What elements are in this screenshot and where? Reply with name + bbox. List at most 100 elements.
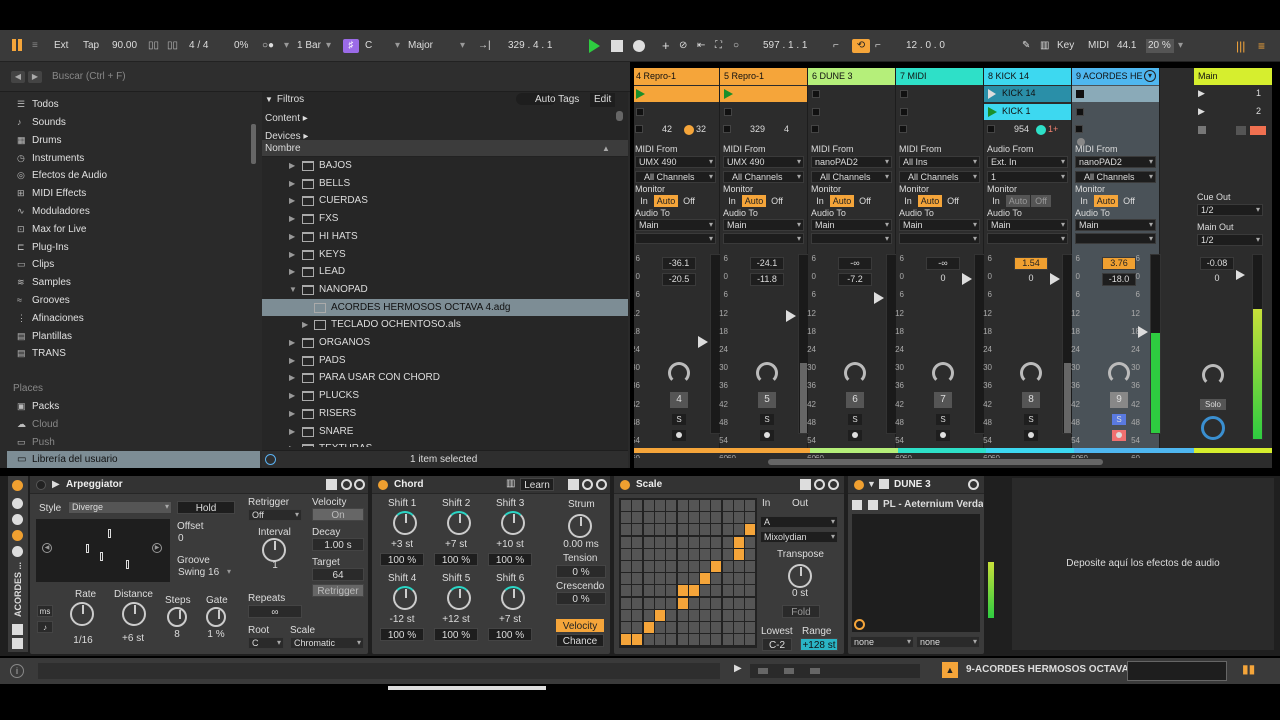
arp-root-select[interactable]: C	[248, 637, 284, 649]
sidebar-item-packs[interactable]: ▣ Packs	[17, 398, 59, 415]
scale-range-value[interactable]: +128 st	[800, 638, 838, 651]
solo-button[interactable]: S	[936, 414, 950, 425]
arp-prev-icon[interactable]: ◀	[42, 543, 52, 553]
clip-slot[interactable]: KICK 14	[984, 86, 1071, 102]
sidebar-item-max-for-live[interactable]: ⊡ Max for Live	[17, 221, 86, 238]
sidebar-item-push[interactable]: ▭ Push	[17, 434, 55, 451]
chord-map-icon[interactable]	[568, 479, 579, 490]
scale-cell[interactable]	[621, 597, 631, 609]
fader-handle[interactable]	[874, 292, 884, 304]
arp-next-icon[interactable]: ▶	[152, 543, 162, 553]
monitor-off-button[interactable]: Off	[679, 195, 699, 207]
scale-cell[interactable]	[688, 548, 699, 560]
arp-distance-knob[interactable]	[122, 602, 146, 626]
scale-cell[interactable]	[643, 634, 654, 646]
scale-cell[interactable]	[621, 573, 631, 585]
pan-knob[interactable]	[844, 362, 866, 384]
folder-row[interactable]: ▶ BELLS	[262, 175, 628, 192]
scale-cell[interactable]	[722, 609, 733, 621]
folder-row[interactable]: ▶ KEYS	[262, 246, 628, 263]
track-stop-icon[interactable]	[987, 125, 995, 133]
track-header[interactable]: 4 Repro-1	[634, 68, 719, 85]
scale-cell[interactable]	[677, 512, 688, 524]
solo-button[interactable]: S	[672, 414, 686, 425]
sidebar-scrollbar[interactable]	[251, 124, 256, 164]
scale-cell[interactable]	[621, 622, 631, 633]
route-source-select[interactable]: Ext. In	[987, 156, 1068, 168]
sidebar-item-grooves[interactable]: ≈ Grooves	[17, 292, 70, 309]
scale-cell[interactable]	[643, 512, 654, 524]
arp-scale-select[interactable]: Chromatic	[290, 637, 364, 649]
scale-cell[interactable]	[711, 634, 722, 646]
chord-hotswap-icon[interactable]	[582, 479, 593, 490]
scale-cell[interactable]	[654, 573, 665, 585]
sub-route-select[interactable]	[1075, 233, 1156, 244]
clip-slot[interactable]	[1072, 86, 1159, 102]
scale-mode-icon[interactable]: ♯	[343, 39, 359, 53]
arrangement-view-icon[interactable]: ≡	[1258, 30, 1265, 62]
arm-button[interactable]	[1024, 430, 1038, 441]
monitor-auto-button[interactable]: Auto	[1094, 195, 1118, 207]
route-channel-select[interactable]: 1	[987, 171, 1068, 183]
scale-cell[interactable]	[632, 512, 643, 524]
scale-cell[interactable]	[666, 573, 677, 585]
chord-strum-knob[interactable]	[568, 514, 592, 538]
tempo-field[interactable]: 90.00	[112, 30, 137, 62]
route-channel-select[interactable]: All Channels	[635, 171, 716, 183]
track-volume[interactable]: -24.1	[750, 257, 784, 270]
scale-cell[interactable]	[654, 512, 665, 524]
track-stop-icon[interactable]	[635, 125, 643, 133]
stop-icon[interactable]	[611, 40, 623, 52]
track-value-b[interactable]: 1+	[1048, 124, 1058, 134]
file-row[interactable]: ACORDES HERMOSOS OCTAVA 4.adg	[262, 298, 628, 316]
arp-map-icon[interactable]	[326, 479, 337, 490]
sidebar-item-clips[interactable]: ▭ Clips	[17, 256, 54, 273]
scale-cell[interactable]	[621, 536, 631, 548]
scale-cell[interactable]	[643, 609, 654, 621]
scale-cell[interactable]	[643, 573, 654, 585]
scale-cell[interactable]	[677, 573, 688, 585]
metronome-dropdown-icon[interactable]: ▾	[284, 30, 289, 62]
scale-cell[interactable]	[745, 573, 756, 585]
track-value-a[interactable]: 42	[662, 124, 672, 134]
track-value-a[interactable]: 954	[1014, 124, 1029, 134]
scale-cell[interactable]	[700, 500, 711, 511]
scale-cell[interactable]	[654, 597, 665, 609]
scale-cell[interactable]	[734, 512, 744, 524]
scale-cell[interactable]	[688, 500, 699, 511]
scale-cell[interactable]	[632, 536, 643, 548]
scale-cell-active[interactable]	[632, 634, 643, 646]
scale-lowest-value[interactable]: C-2	[762, 638, 792, 651]
pan-knob[interactable]	[1108, 362, 1130, 384]
scale-cell[interactable]	[666, 634, 677, 646]
arp-rate-knob[interactable]	[70, 602, 94, 626]
arp-decay-value[interactable]: 1.00 s	[312, 538, 364, 551]
scale-cell[interactable]	[700, 524, 711, 536]
fader-handle[interactable]	[786, 310, 796, 322]
expand-icon[interactable]: ▶	[289, 175, 295, 192]
sub-route-select[interactable]	[635, 233, 716, 244]
scale-cell[interactable]	[745, 536, 756, 548]
expand-icon[interactable]: ▶	[289, 246, 295, 263]
scale-transpose-knob[interactable]	[788, 564, 812, 588]
folder-row[interactable]: ▶ FXS	[262, 210, 628, 227]
scale-cell[interactable]	[700, 622, 711, 633]
sidebar-item-user-library[interactable]: ▭ Librería del usuario	[7, 451, 260, 468]
arm-button[interactable]	[848, 430, 862, 441]
scale-cell[interactable]	[700, 536, 711, 548]
scale-cell[interactable]	[688, 536, 699, 548]
shift-knob[interactable]	[447, 511, 471, 535]
arp-repeats-value[interactable]: ∞	[248, 605, 302, 618]
main-volume[interactable]: -0.08	[1200, 257, 1234, 270]
scale-cell-active[interactable]	[677, 597, 688, 609]
scale-cell[interactable]	[722, 500, 733, 511]
stop-all-clips-icon[interactable]	[1198, 126, 1206, 134]
audio-to-select[interactable]: Main	[811, 219, 892, 231]
expand-icon[interactable]: ▶	[289, 440, 295, 447]
monitor-auto-button[interactable]: Auto	[918, 195, 942, 207]
route-source-select[interactable]: UMX 490	[635, 156, 716, 168]
clip-slot[interactable]	[896, 104, 983, 120]
folder-row[interactable]: ▶ SNARE	[262, 423, 628, 440]
scale-cell[interactable]	[677, 609, 688, 621]
shift-velocity[interactable]: 100 %	[488, 628, 532, 641]
